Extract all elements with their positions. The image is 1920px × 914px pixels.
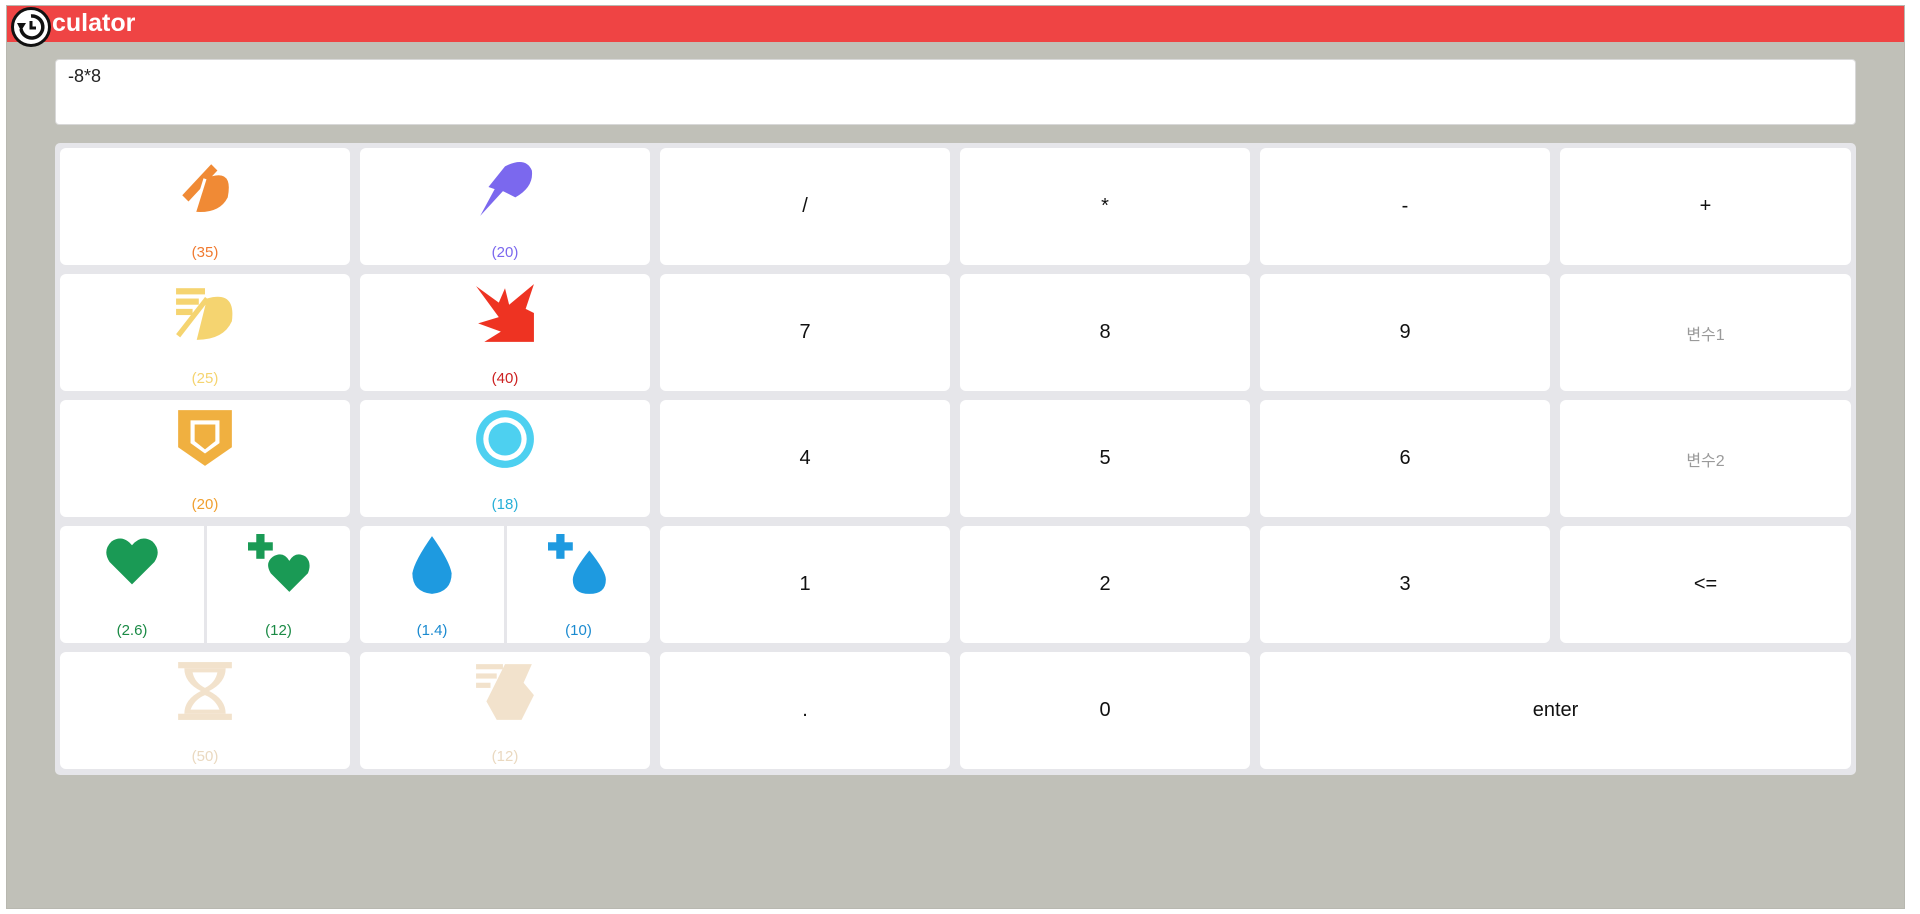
decimal-key[interactable]: . (660, 652, 950, 769)
attack-skill-button[interactable]: (35) (60, 148, 350, 265)
six-key[interactable]: 6 (1260, 400, 1550, 517)
axe-icon (182, 164, 229, 213)
app-title: culator (52, 9, 136, 37)
shield-skill-button[interactable]: (20) (60, 400, 350, 517)
burst-icon (476, 284, 534, 342)
dash-count: (20) (491, 244, 519, 261)
burst-count: (40) (491, 370, 519, 387)
water-drop-plus-icon (547, 534, 606, 594)
var2-key[interactable]: 변수2 (1560, 400, 1851, 517)
mp-plus-skill-button[interactable]: (10) (507, 526, 650, 643)
nine-key[interactable]: 9 (1260, 274, 1550, 391)
backspace-key[interactable]: <= (1560, 526, 1851, 643)
barrier-count: (18) (491, 496, 519, 513)
title-bar: culator (7, 6, 1904, 42)
five-key[interactable]: 5 (960, 400, 1250, 517)
haste-count: (25) (191, 370, 219, 387)
haste-skill-button[interactable]: (25) (60, 274, 350, 391)
enter-key[interactable]: enter (1260, 652, 1851, 769)
four-key[interactable]: 4 (660, 400, 950, 517)
mp-plus-count: (10) (565, 622, 592, 639)
hp-plus-count: (12) (265, 622, 292, 639)
boot-skill-button[interactable]: (12) (360, 652, 650, 769)
water-drop-icon (412, 536, 452, 594)
three-key[interactable]: 3 (1260, 526, 1550, 643)
two-key[interactable]: 2 (960, 526, 1250, 643)
heart-plus-icon (247, 534, 310, 592)
one-key[interactable]: 1 (660, 526, 950, 643)
hp-skill-button[interactable]: (2.6) (60, 526, 204, 643)
hp-plus-skill-button[interactable]: (12) (207, 526, 350, 643)
expression-display[interactable]: -8*8 (55, 59, 1856, 125)
mp-count: (1.4) (416, 622, 448, 639)
haste-icon (176, 288, 233, 340)
app-window: culator -8*8 (35) (20) / * - + (25) (40)… (6, 5, 1905, 909)
mp-skill-button[interactable]: (1.4) (360, 526, 504, 643)
hp-group: (2.6) (12) (60, 526, 350, 643)
mp-group: (1.4) (10) (360, 526, 650, 643)
hourglass-icon (178, 662, 232, 720)
hp-count: (2.6) (116, 622, 148, 639)
eight-key[interactable]: 8 (960, 274, 1250, 391)
attack-count: (35) (191, 244, 219, 261)
boot-count: (12) (491, 748, 519, 765)
dash-skill-button[interactable]: (20) (360, 148, 650, 265)
burst-skill-button[interactable]: (40) (360, 274, 650, 391)
hourglass-skill-button[interactable]: (50) (60, 652, 350, 769)
plus-key[interactable]: + (1560, 148, 1851, 265)
barrier-skill-button[interactable]: (18) (360, 400, 650, 517)
var1-key[interactable]: 변수1 (1560, 274, 1851, 391)
multiply-key[interactable]: * (960, 148, 1250, 265)
shield-icon (178, 410, 232, 466)
heart-icon (106, 538, 158, 585)
seven-key[interactable]: 7 (660, 274, 950, 391)
barrier-icon (476, 410, 534, 468)
history-icon[interactable] (11, 7, 51, 47)
zero-key[interactable]: 0 (960, 652, 1250, 769)
boot-icon (476, 664, 534, 720)
divide-key[interactable]: / (660, 148, 950, 265)
hourglass-count: (50) (191, 748, 219, 765)
keypad: (35) (20) / * - + (25) (40) 7 8 9 변수1 (2… (55, 143, 1856, 775)
shield-count: (20) (191, 496, 219, 513)
minus-key[interactable]: - (1260, 148, 1550, 265)
rocket-icon (480, 162, 533, 216)
